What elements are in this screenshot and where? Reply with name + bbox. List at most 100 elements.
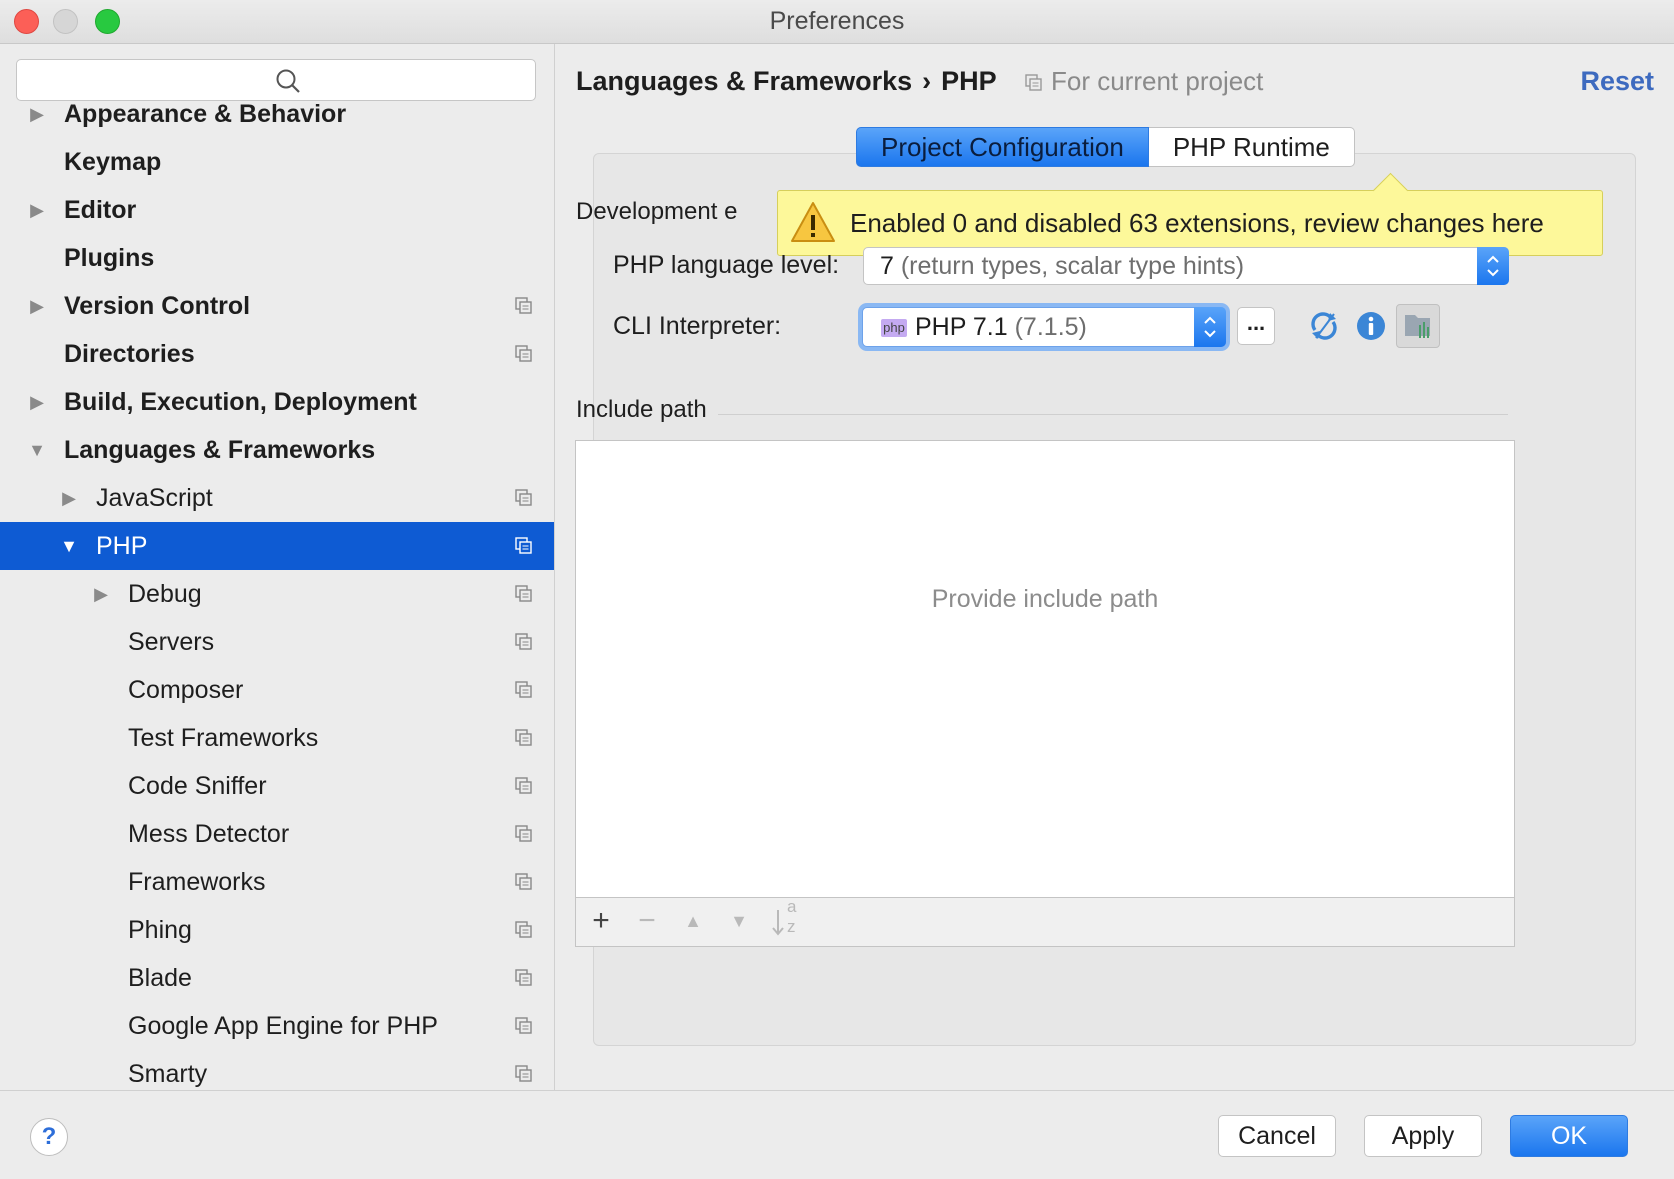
include-path-label: Include path (576, 396, 707, 423)
tree-item-label: Google App Engine for PHP (128, 1012, 438, 1040)
tree-item-label: Directories (64, 340, 195, 368)
language-level-select[interactable]: 7 (return types, scalar type hints) (863, 247, 1509, 285)
tree-item-label: Smarty (128, 1060, 208, 1088)
tree-item-directories[interactable]: Directories (0, 330, 554, 378)
project-scope-icon (515, 489, 532, 506)
tree-item-frameworks[interactable]: Frameworks (0, 858, 554, 906)
breadcrumb-separator: › (922, 66, 932, 96)
tree-item-blade[interactable]: Blade (0, 954, 554, 1002)
tree-item-servers[interactable]: Servers (0, 618, 554, 666)
add-icon[interactable]: + (586, 906, 616, 936)
tree-item-label: Languages & Frameworks (64, 436, 376, 464)
folder-chart-icon (1405, 315, 1430, 338)
tree-item-label: Plugins (64, 244, 155, 272)
move-down-icon[interactable]: ▼ (724, 906, 754, 936)
cli-interpreter-name: PHP 7.1 (915, 313, 1008, 341)
updown-arrow-icon[interactable] (1194, 307, 1226, 347)
development-section-label: Development e (576, 198, 738, 225)
tree-item-phing[interactable]: Phing (0, 906, 554, 954)
expand-arrow-icon[interactable]: ▶ (27, 378, 47, 426)
tree-item-mess-detector[interactable]: Mess Detector (0, 810, 554, 858)
include-path-list[interactable]: Provide include path + − ▲ ▼ a z (575, 440, 1515, 947)
project-scope-icon (515, 825, 532, 842)
tree-item-label: Frameworks (128, 868, 266, 896)
tree-item-build[interactable]: ▶ Build, Execution, Deployment (0, 378, 554, 426)
scope-label: For current project (1051, 66, 1264, 96)
sort-alphabetically-icon[interactable]: a z (770, 898, 804, 936)
help-button[interactable]: ? (30, 1118, 68, 1156)
settings-content: Languages & Frameworks › PHP For current p… (555, 44, 1674, 1090)
project-scope-icon (515, 585, 532, 602)
tree-item-label: Appearance & Behavior (64, 100, 347, 128)
tree-item-editor[interactable]: ▶ Editor (0, 186, 554, 234)
tree-item-label: Mess Detector (128, 820, 290, 848)
info-icon[interactable] (1355, 310, 1387, 342)
project-scope-icon (515, 1017, 532, 1034)
project-scope-icon (515, 297, 532, 314)
expand-arrow-icon[interactable]: ▶ (27, 90, 47, 138)
updown-arrow-icon[interactable] (1477, 247, 1509, 285)
project-scope-icon (515, 777, 532, 794)
expand-arrow-icon[interactable]: ▶ (59, 474, 79, 522)
remove-icon[interactable]: − (632, 906, 662, 936)
tooltip-message: Enabled 0 and disabled 63 extensions, re… (850, 208, 1544, 238)
tree-item-label: Phing (128, 916, 192, 944)
project-scope-icon (515, 921, 532, 938)
tree-item-javascript[interactable]: ▶ JavaScript (0, 474, 554, 522)
tab-php-runtime[interactable]: PHP Runtime (1148, 127, 1355, 167)
project-scope-icon (515, 537, 532, 554)
include-path-toolbar: + − ▲ ▼ a z (576, 897, 1514, 946)
window-title: Preferences (769, 7, 905, 35)
project-scope-icon (1025, 74, 1042, 91)
tree-item-label: Editor (64, 196, 137, 224)
tree-item-test-frameworks[interactable]: Test Frameworks (0, 714, 554, 762)
section-divider (718, 414, 1508, 415)
tree-item-label: Blade (128, 964, 192, 992)
browse-interpreters-button[interactable]: ... (1237, 307, 1275, 345)
tab-project-configuration[interactable]: Project Configuration (856, 127, 1149, 167)
language-level-label: PHP language level: (613, 251, 840, 279)
sort-letter-a: a (787, 897, 797, 916)
sort-letter-z: z (787, 917, 796, 936)
tab-bar: Project Configuration PHP Runtime (856, 127, 1355, 167)
tree-item-label: Version Control (64, 292, 251, 320)
tree-item-label: Composer (128, 676, 244, 704)
tree-item-version-control[interactable]: ▶ Version Control (0, 282, 554, 330)
collapse-arrow-icon[interactable]: ▼ (27, 426, 47, 474)
tree-item-keymap[interactable]: Keymap (0, 138, 554, 186)
project-scope-icon (515, 729, 532, 746)
tree-item-debug[interactable]: ▶ Debug (0, 570, 554, 618)
project-scope-icon (515, 873, 532, 890)
tree-item-composer[interactable]: Composer (0, 666, 554, 714)
warning-icon (791, 202, 835, 242)
ok-button[interactable]: OK (1510, 1115, 1628, 1157)
tree-item-code-sniffer[interactable]: Code Sniffer (0, 762, 554, 810)
phpinfo-button[interactable] (1396, 304, 1440, 348)
language-level-detail: (return types, scalar type hints) (900, 252, 1245, 280)
tree-item-label: PHP (96, 532, 148, 560)
tree-item-label: JavaScript (96, 484, 213, 512)
tree-item-label: Code Sniffer (128, 772, 267, 800)
project-scope-icon (515, 969, 532, 986)
dialog-footer: ? Cancel Apply OK (0, 1090, 1674, 1179)
project-scope-icon (515, 345, 532, 362)
move-up-icon[interactable]: ▲ (678, 906, 708, 936)
refresh-icon[interactable] (1308, 310, 1340, 342)
tree-item-languages-frameworks[interactable]: ▼ Languages & Frameworks (0, 426, 554, 474)
tree-item-php[interactable]: ▼ PHP (0, 522, 554, 570)
php-badge-icon: php (881, 319, 907, 337)
expand-arrow-icon[interactable]: ▶ (27, 282, 47, 330)
tree-item-smarty[interactable]: Smarty (0, 1050, 554, 1090)
collapse-arrow-icon[interactable]: ▼ (59, 522, 79, 570)
tree-item-appearance[interactable]: ▶ Appearance & Behavior (0, 90, 554, 138)
tree-item-google-app-engine[interactable]: Google App Engine for PHP (0, 1002, 554, 1050)
expand-arrow-icon[interactable]: ▶ (27, 186, 47, 234)
apply-button[interactable]: Apply (1364, 1115, 1482, 1157)
tree-item-label: Keymap (64, 148, 162, 176)
tree-item-plugins[interactable]: Plugins (0, 234, 554, 282)
settings-sidebar: ▶ Appearance & Behavior Keymap ▶ Editor … (0, 44, 555, 1090)
cancel-button[interactable]: Cancel (1218, 1115, 1336, 1157)
reset-link[interactable]: Reset (1580, 66, 1654, 97)
expand-arrow-icon[interactable]: ▶ (91, 570, 111, 618)
cli-interpreter-select[interactable]: php PHP 7.1 (7.1.5) (862, 307, 1226, 347)
